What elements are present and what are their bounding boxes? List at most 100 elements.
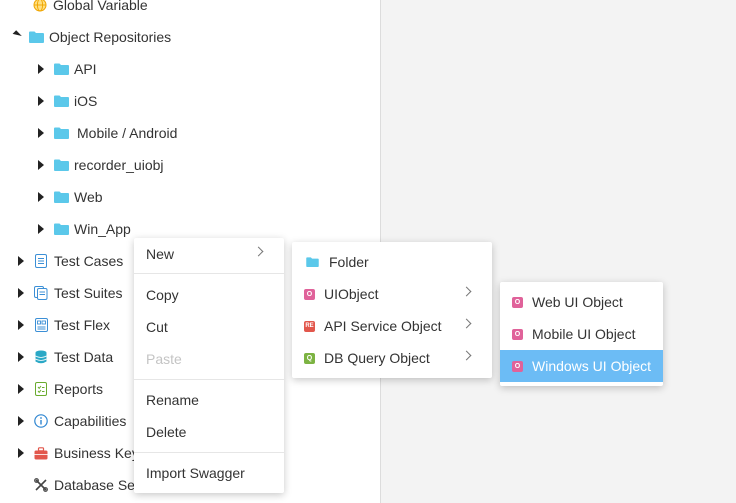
tree-item-test-suites[interactable]: Test Suites [16, 277, 122, 309]
menu-item-folder[interactable]: Folder [292, 246, 492, 278]
tree-item-label: Object Repositories [49, 29, 172, 45]
expand-arrow-icon[interactable] [38, 224, 44, 234]
menu-item-cut[interactable]: Cut [134, 311, 284, 343]
tree-item-label: Global Variable [53, 0, 148, 13]
globe-icon [32, 0, 48, 13]
menu-item-label: Copy [146, 287, 179, 303]
tree-item-label: Test Cases [54, 253, 124, 269]
menu-item-label: Web UI Object [532, 294, 623, 310]
menu-item-copy[interactable]: Copy [134, 279, 284, 311]
folder-icon [304, 254, 320, 270]
test-flex-icon [33, 317, 49, 333]
tree-item-label: Web [74, 189, 103, 205]
expand-arrow-icon[interactable] [18, 352, 24, 362]
menu-item-label: New [146, 246, 175, 262]
menu-item-label: Mobile UI Object [532, 326, 636, 342]
ui-object-icon: O [512, 360, 523, 372]
tree-item-label: Test Data [54, 349, 114, 365]
context-menu: New Copy Cut Paste Rename Delete Import … [134, 238, 284, 493]
menu-item-label: API Service Object [324, 318, 442, 334]
menu-item-web-ui-object[interactable]: O Web UI Object [500, 286, 663, 318]
db-query-icon: Q [304, 352, 315, 364]
collapse-arrow-icon[interactable] [12, 30, 22, 40]
menu-item-new[interactable]: New [134, 238, 284, 270]
ui-object-icon: O [512, 296, 523, 308]
test-case-icon [33, 253, 49, 269]
tree-item-recorder-uiobj[interactable]: recorder_uiobj [36, 149, 164, 181]
expand-arrow-icon[interactable] [38, 96, 44, 106]
folder-icon [53, 61, 69, 77]
tree-item-label: Mobile / Android [77, 125, 178, 141]
report-icon [33, 381, 49, 397]
menu-item-rename[interactable]: Rename [134, 384, 284, 416]
menu-item-label: Windows UI Object [532, 358, 652, 374]
menu-item-uiobject[interactable]: O UIObject [292, 278, 492, 310]
menu-item-label: DB Query Object [324, 350, 430, 366]
menu-item-mobile-ui-object[interactable]: O Mobile UI Object [500, 318, 663, 350]
expand-arrow-icon[interactable] [18, 256, 24, 266]
tree-item-test-flex[interactable]: Test Flex [16, 309, 110, 341]
test-suite-icon [33, 285, 49, 301]
tree-item-object-repositories[interactable]: Object Repositories [12, 21, 172, 53]
folder-icon [53, 221, 69, 237]
tree-item-label: API [74, 61, 97, 77]
folder-icon [53, 189, 69, 205]
folder-icon [53, 157, 69, 173]
tree-item-label: Reports [54, 381, 104, 397]
menu-item-api-service-object[interactable]: RE API Service Object [292, 310, 492, 342]
tree-item-label: recorder_uiobj [74, 157, 164, 173]
menu-item-db-query-object[interactable]: Q DB Query Object [292, 342, 492, 374]
tree-item-api[interactable]: API [36, 53, 97, 85]
tree-item-global-variable[interactable]: Global Variable [32, 0, 148, 21]
menu-divider [134, 452, 284, 453]
tree-item-mobile-android[interactable]: Mobile / Android [36, 117, 177, 149]
tree-item-reports[interactable]: Reports [16, 373, 103, 405]
expand-arrow-icon[interactable] [38, 64, 44, 74]
expand-arrow-icon[interactable] [18, 320, 24, 330]
folder-icon [53, 93, 69, 109]
ui-object-icon: O [304, 288, 315, 300]
expand-arrow-icon[interactable] [18, 288, 24, 298]
tree-item-database-settings[interactable]: Database Setti [33, 469, 146, 501]
menu-item-windows-ui-object[interactable]: O Windows UI Object [500, 350, 663, 382]
folder-icon [53, 125, 69, 141]
expand-arrow-icon[interactable] [18, 384, 24, 394]
tree-item-ios[interactable]: iOS [36, 85, 97, 117]
chevron-right-icon [461, 318, 472, 329]
ui-object-icon: O [512, 328, 523, 340]
tree-item-label: Database Setti [54, 477, 146, 493]
expand-arrow-icon[interactable] [18, 416, 24, 426]
tools-icon [33, 477, 49, 493]
tree-item-test-data[interactable]: Test Data [16, 341, 113, 373]
tree-item-label: Capabilities [54, 413, 127, 429]
menu-item-import-swagger[interactable]: Import Swagger [134, 457, 284, 489]
tree-item-business-keywords[interactable]: Business Keyw [16, 437, 149, 469]
tree-item-label: iOS [74, 93, 98, 109]
menu-item-label: Delete [146, 424, 187, 440]
chevron-right-icon [253, 246, 264, 257]
expand-arrow-icon[interactable] [38, 160, 44, 170]
expand-arrow-icon[interactable] [38, 128, 44, 138]
tree-item-label: Test Suites [54, 285, 123, 301]
tree-item-label: Win_App [74, 221, 131, 237]
menu-item-label: Folder [329, 254, 369, 270]
info-icon [33, 413, 49, 429]
tree-item-win-app[interactable]: Win_App [36, 213, 131, 245]
tree-item-label: Test Flex [54, 317, 111, 333]
expand-arrow-icon[interactable] [18, 448, 24, 458]
menu-divider [134, 273, 284, 274]
uiobject-submenu: O Web UI Object O Mobile UI Object O Win… [500, 282, 663, 386]
chevron-right-icon [461, 286, 472, 297]
folder-icon [28, 29, 44, 45]
menu-divider [134, 379, 284, 380]
expand-arrow-icon[interactable] [38, 192, 44, 202]
tree-item-test-cases[interactable]: Test Cases [16, 245, 123, 277]
new-submenu: Folder O UIObject RE API Service Object … [292, 242, 492, 378]
menu-item-label: Import Swagger [146, 465, 245, 481]
menu-item-label: Cut [146, 319, 168, 335]
menu-item-delete[interactable]: Delete [134, 416, 284, 448]
menu-item-label: UIObject [324, 286, 379, 302]
api-object-icon: RE [304, 320, 315, 332]
tree-item-web[interactable]: Web [36, 181, 103, 213]
tree-item-capabilities[interactable]: Capabilities [16, 405, 126, 437]
